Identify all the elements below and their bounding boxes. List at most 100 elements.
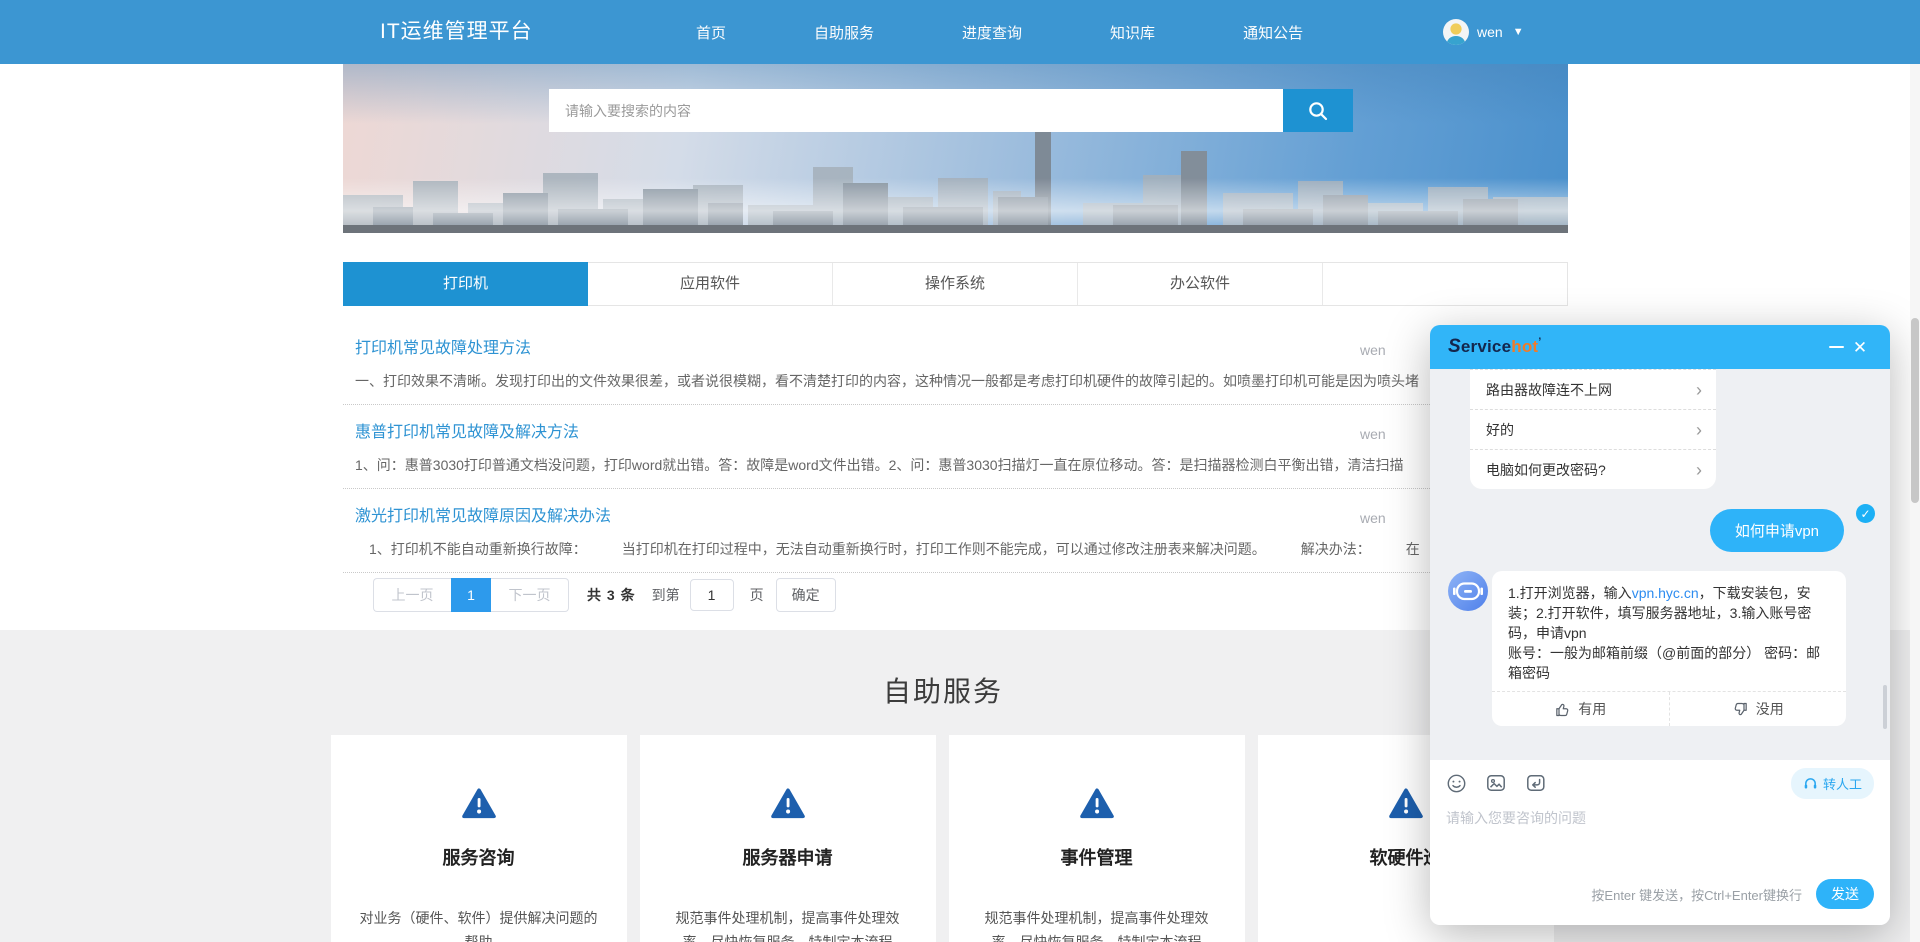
search-bar [549,89,1353,132]
article-excerpt: 1、打印机不能自动重新换行故障： 当打印机在打印过程中，无法自动重新换行时，打印… [355,539,1555,559]
bot-avatar [1448,571,1488,611]
chat-input[interactable]: 请输入您要咨询的问题 [1446,808,1874,828]
image-upload-icon[interactable] [1485,772,1507,794]
user-menu[interactable]: wen ▼ [1443,0,1524,64]
goto-confirm-button[interactable]: 确定 [776,578,836,612]
suggestion-item[interactable]: 路由器故障连不上网 › [1470,369,1716,409]
nav-item-notices[interactable]: 通知公告 [1243,22,1303,43]
next-page-button[interactable]: 下一页 [491,578,569,612]
warning-triangle-icon [1388,787,1424,819]
hero-banner [343,64,1568,233]
useful-button[interactable]: 有用 [1492,692,1670,726]
chat-widget: Servicehot’ ✕ 路由器故障连不上网 › 好的 › 电脑如何更改密码?… [1430,325,1890,925]
suggestion-list: 路由器故障连不上网 › 好的 › 电脑如何更改密码? › [1470,369,1716,489]
article-item: 打印机常见故障处理方法 wen 一、打印效果不清晰。发现打印出的文件效果很差，或… [343,334,1568,405]
bot-message-bubble: 1.打开浏览器，输入vpn.hyc.cn，下载安装包，安装；2.打开软件，填写服… [1492,571,1846,726]
scrollbar-thumb[interactable] [1911,318,1919,503]
user-message-bubble: 如何申请vpn [1710,509,1844,552]
article-author: wen [1360,342,1386,358]
thumbs-down-icon [1732,701,1749,718]
section-title: 自助服务 [331,630,1556,710]
vpn-link[interactable]: vpn.hyc.cn [1632,585,1699,601]
nav-item-progress-query[interactable]: 进度查询 [962,22,1022,43]
article-excerpt: 1、问：惠普3030打印普通文档没问题，打印word就出错。答：故障是word文… [355,455,1555,475]
user-name: wen [1477,24,1503,40]
page-scrollbar[interactable] [1910,64,1920,942]
service-card-consult[interactable]: 服务咨询 对业务（硬件、软件）提供解决问题的帮助 [331,735,627,942]
emoji-icon[interactable] [1446,773,1467,794]
chat-header: Servicehot’ ✕ [1430,325,1890,369]
article-title-link[interactable]: 打印机常见故障处理方法 [355,340,531,357]
service-card-incident[interactable]: 事件管理 规范事件处理机制，提高事件处理效率，尽快恢复服务，特制定本流程 [949,735,1245,942]
prev-page-button[interactable]: 上一页 [373,578,451,612]
page-unit-label: 页 [750,585,764,605]
suggestion-item[interactable]: 电脑如何更改密码? › [1470,449,1716,489]
minimize-icon [1829,346,1844,348]
search-input[interactable] [549,89,1283,132]
servicehot-logo: Servicehot’ [1448,336,1542,358]
total-count: 共 3 条 [587,585,636,605]
transfer-to-agent-button[interactable]: 转人工 [1791,768,1874,799]
nav-item-home[interactable]: 首页 [696,22,726,43]
article-author: wen [1360,426,1386,442]
article-item: 激光打印机常见故障原因及解决办法 wen 1、打印机不能自动重新换行故障： 当打… [343,502,1568,573]
goto-page-input[interactable] [690,579,734,611]
tab-operating-system[interactable]: 操作系统 [833,263,1078,305]
warning-triangle-icon [461,787,497,819]
goto-label: 到第 [652,585,680,605]
service-card-desc: 规范事件处理机制，提高事件处理效率，尽快恢复服务，特制定本流程 [666,906,910,942]
service-cards: 服务咨询 对业务（硬件、软件）提供解决问题的帮助 服务器申请 规范事件处理机制，… [331,735,1556,942]
nav-item-self-service[interactable]: 自助服务 [814,22,874,43]
city-skyline-image [343,118,1568,233]
service-card-title: 服务器申请 [640,844,936,870]
page: IT运维管理平台 首页 自助服务 进度查询 知识库 通知公告 wen ▼ [0,0,1920,942]
chevron-right-icon: › [1696,461,1702,479]
bot-message-row: 1.打开浏览器，输入vpn.hyc.cn，下载安装包，安装；2.打开软件，填写服… [1430,571,1890,726]
chevron-right-icon: › [1696,421,1702,439]
app-title: IT运维管理平台 [380,0,533,64]
delivered-check-icon: ✓ [1856,504,1875,523]
service-card-desc: 规范事件处理机制，提高事件处理效率，尽快恢复服务，特制定本流程 [975,906,1219,942]
suggestion-item[interactable]: 好的 › [1470,409,1716,449]
useless-button[interactable]: 没用 [1670,692,1847,726]
feedback-bar: 有用 没用 [1492,691,1846,726]
chat-composer: 转人工 请输入您要咨询的问题 按Enter 键发送，按Ctrl+Enter键换行… [1430,760,1890,925]
warning-triangle-icon [1079,787,1115,819]
chevron-down-icon: ▼ [1513,26,1524,38]
chat-message-area: 路由器故障连不上网 › 好的 › 电脑如何更改密码? › 如何申请vpn ✓ [1430,369,1890,760]
suggestion-label: 路由器故障连不上网 [1486,380,1612,400]
send-button[interactable]: 发送 [1816,879,1874,909]
page-number-1[interactable]: 1 [451,578,491,612]
minimize-button[interactable] [1824,335,1848,359]
service-card-title: 事件管理 [949,844,1245,870]
send-hint: 按Enter 键发送，按Ctrl+Enter键换行 [1591,885,1802,904]
thumbs-up-icon [1554,701,1571,718]
nav-menu: 首页 自助服务 进度查询 知识库 通知公告 [696,0,1303,64]
article-item: 惠普打印机常见故障及解决方法 wen 1、问：惠普3030打印普通文档没问题，打… [343,418,1568,489]
service-card-desc: 对业务（硬件、软件）提供解决问题的帮助 [357,906,601,942]
service-card-server-request[interactable]: 服务器申请 规范事件处理机制，提高事件处理效率，尽快恢复服务，特制定本流程 [640,735,936,942]
file-transfer-icon[interactable] [1525,772,1547,794]
search-icon [1307,100,1329,122]
chevron-right-icon: › [1696,381,1702,399]
top-nav: IT运维管理平台 首页 自助服务 进度查询 知识库 通知公告 wen ▼ [0,0,1920,64]
chat-scrollbar[interactable] [1883,685,1887,729]
article-title-link[interactable]: 激光打印机常见故障原因及解决办法 [355,508,611,525]
nav-item-knowledge-base[interactable]: 知识库 [1110,22,1155,43]
tab-application-software[interactable]: 应用软件 [588,263,833,305]
suggestion-label: 电脑如何更改密码? [1486,460,1606,480]
category-tabs: 打印机 应用软件 操作系统 办公软件 [343,262,1568,306]
search-button[interactable] [1283,89,1353,132]
close-icon[interactable]: ✕ [1848,335,1872,359]
article-title-link[interactable]: 惠普打印机常见故障及解决方法 [355,424,579,441]
warning-triangle-icon [770,787,806,819]
service-card-title: 服务咨询 [331,844,627,870]
suggestion-label: 好的 [1486,420,1514,440]
user-avatar [1443,19,1469,45]
pagination: 上一页 1 下一页 共 3 条 到第 页 确定 [373,578,836,612]
user-message-row: 如何申请vpn ✓ [1430,509,1890,551]
article-excerpt: 一、打印效果不清晰。发现打印出的文件效果很差，或者说很模糊，看不清楚打印的内容，… [355,371,1555,391]
article-author: wen [1360,510,1386,526]
tab-printer[interactable]: 打印机 [343,262,588,306]
tab-office-software[interactable]: 办公软件 [1078,263,1323,305]
